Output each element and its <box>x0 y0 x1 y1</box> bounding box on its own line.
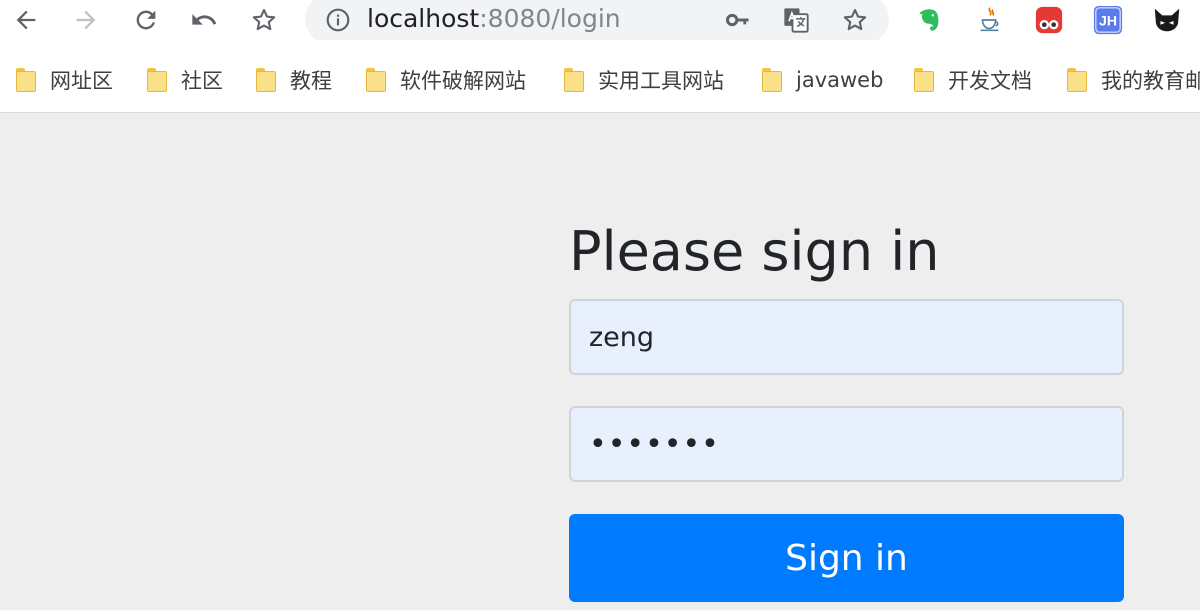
sign-in-button[interactable]: Sign in <box>569 514 1124 602</box>
folder-icon <box>366 68 386 92</box>
bookmark-label: 软件破解网站 <box>400 69 526 93</box>
jh-badge-label: JH <box>1099 13 1117 29</box>
folder-icon <box>256 68 276 92</box>
tampermonkey-extension[interactable] <box>1033 4 1065 36</box>
key-icon <box>725 13 749 27</box>
url-path: :8080/login <box>479 4 621 33</box>
bookmark-folder-item[interactable]: 实用工具网站 <box>564 64 724 96</box>
arrow-left-icon <box>16 10 36 30</box>
reload-icon <box>136 10 156 30</box>
folder-icon <box>762 68 782 92</box>
page-title: Please sign in <box>569 220 940 283</box>
java-cup-icon <box>980 7 999 32</box>
folder-icon <box>16 68 36 92</box>
bookmark-folder-item[interactable]: 我的教育邮 <box>1067 64 1200 96</box>
forward-button[interactable] <box>68 2 104 38</box>
bookmark-folder-item[interactable]: 软件破解网站 <box>366 64 526 96</box>
password-key-button[interactable] <box>723 5 753 35</box>
folder-icon <box>1067 68 1087 92</box>
bookmark-label: 实用工具网站 <box>598 69 724 93</box>
jh-badge-icon: JH <box>1093 5 1123 35</box>
bookmark-label: 我的教育邮 <box>1101 69 1200 93</box>
folder-icon <box>564 68 584 92</box>
java-extension[interactable] <box>974 4 1006 36</box>
bookmark-label: 教程 <box>290 69 332 93</box>
url-text[interactable]: localhost:8080/login <box>367 3 621 35</box>
star-outline-icon <box>252 9 276 31</box>
evernote-extension[interactable] <box>914 4 946 36</box>
bookmark-folder-item[interactable]: 网址区 <box>16 64 113 96</box>
arrow-right-icon <box>76 10 96 30</box>
bookmark-label: 社区 <box>181 69 223 93</box>
folder-icon <box>914 68 934 92</box>
tampermonkey-icon <box>1035 6 1063 34</box>
bookmark-star-button[interactable] <box>246 2 282 38</box>
folder-icon <box>147 68 167 92</box>
evernote-elephant-icon <box>919 9 939 31</box>
bookmark-folder-item[interactable]: javaweb <box>762 64 883 96</box>
bookmark-label: 网址区 <box>50 69 113 93</box>
bookmark-folder-item[interactable]: 开发文档 <box>914 64 1032 96</box>
dark-cat-extension[interactable] <box>1151 4 1183 36</box>
username-field[interactable] <box>569 299 1124 375</box>
undo-icon <box>192 14 217 25</box>
reload-button[interactable] <box>128 2 164 38</box>
translate-icon <box>784 8 809 33</box>
bookmark-page-button[interactable] <box>840 5 870 35</box>
bookmark-folder-item[interactable]: 教程 <box>256 64 332 96</box>
back-button[interactable] <box>8 2 44 38</box>
jh-extension[interactable]: JH <box>1092 4 1124 36</box>
info-icon[interactable] <box>325 7 351 33</box>
bookmark-folder-item[interactable]: 社区 <box>147 64 223 96</box>
cat-mask-icon <box>1154 8 1180 32</box>
undo-button[interactable] <box>186 2 222 38</box>
address-bar[interactable]: localhost:8080/login <box>305 0 889 44</box>
browser-toolbar: localhost:8080/login JH <box>0 0 1200 44</box>
bookmark-label: 开发文档 <box>948 69 1032 93</box>
url-host: localhost <box>367 4 480 33</box>
bookmark-label: javaweb <box>796 68 884 92</box>
password-field[interactable] <box>569 406 1124 482</box>
translate-button[interactable] <box>781 5 811 35</box>
bookmarks-bar: 网址区 社区 教程 软件破解网站 实用工具网站 javaweb 开发文档 我的教… <box>0 40 1200 113</box>
star-icon <box>843 9 867 31</box>
